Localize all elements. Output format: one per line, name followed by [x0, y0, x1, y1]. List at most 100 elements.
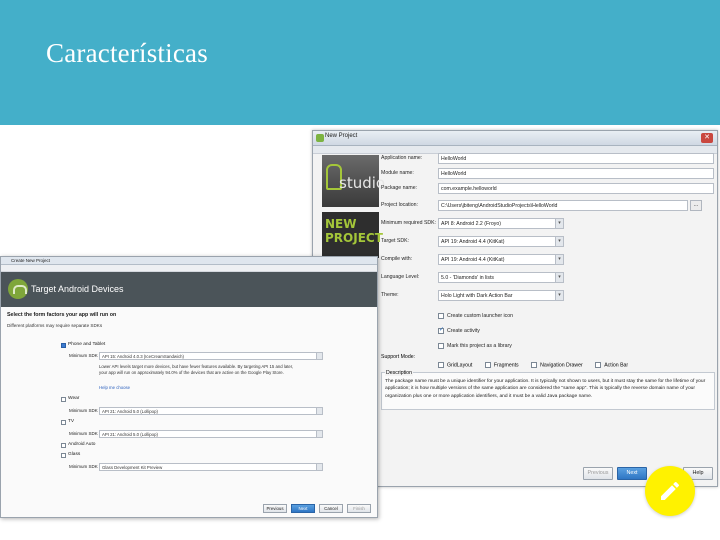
project-location-label: Project location:: [381, 202, 418, 208]
new-project-banner: NEW PROJECT: [322, 212, 383, 258]
previous-button[interactable]: Previous: [583, 467, 613, 480]
theme-row: Theme: Holo Light with Dark Action Bar ▾: [379, 290, 717, 302]
support-mode-row: Support Mode: GridLayout Fragments Navig…: [379, 353, 717, 368]
android-studio-icon: [316, 134, 324, 142]
browse-button[interactable]: ...: [690, 200, 702, 211]
android-auto-label: Android Auto: [68, 442, 96, 447]
banner-line-1: NEW: [325, 217, 357, 231]
target-devices-header: Target Android Devices: [1, 272, 377, 307]
custom-launcher-icon-label: Create custom launcher icon: [447, 312, 514, 319]
target-devices-body: Select the form factors your app will ru…: [1, 307, 377, 517]
min-sdk-select[interactable]: API 8: Android 2.2 (Froyo) ▾: [438, 218, 564, 229]
phone-tablet-sdk-select[interactable]: API 15: Android 4.0.3 (IceCreamSandwich): [99, 352, 323, 360]
close-icon[interactable]: ✕: [701, 133, 713, 143]
support-gridlayout-label: GridLayout: [447, 362, 473, 368]
glass-label: Glass: [68, 452, 81, 457]
theme-select[interactable]: Holo Light with Dark Action Bar ▾: [438, 290, 564, 301]
compile-with-value: API 19: Android 4.4 (KitKat): [441, 257, 505, 263]
android-studio-icon: [8, 279, 28, 299]
new-project-titlebar[interactable]: New Project ✕: [313, 131, 717, 146]
chevron-down-icon: ▾: [555, 291, 563, 300]
chevron-down-icon: ▾: [555, 273, 563, 282]
application-name-input[interactable]: HelloWorld: [438, 153, 714, 164]
wear-label: Wear: [68, 396, 80, 401]
target-devices-window-title: Create New Project: [11, 258, 51, 263]
target-devices-title: Target Android Devices: [31, 284, 124, 294]
android-auto-checkbox[interactable]: [61, 443, 66, 448]
create-activity-checkbox-row[interactable]: Create activity: [438, 322, 708, 334]
library-checkbox[interactable]: [438, 342, 444, 349]
support-gridlayout[interactable]: GridLayout: [438, 361, 473, 368]
phone-tablet-label: Phone and Tablet: [68, 342, 106, 347]
support-action-bar-label: Action Bar: [604, 362, 629, 368]
wear-sdk-value: API 21: Android 5.0 (Lollipop): [102, 409, 158, 414]
target-devices-tabstrip: [1, 265, 377, 272]
cancel-button[interactable]: Cancel: [319, 504, 343, 513]
compile-with-row: Compile with: API 19: Android 4.4 (KitKa…: [379, 254, 717, 266]
package-name-input[interactable]: com.example.helloworld: [438, 183, 714, 194]
tv-sdk-value: API 21: Android 5.0 (Lollipop): [102, 432, 158, 437]
compile-with-select[interactable]: API 19: Android 4.4 (KitKat) ▾: [438, 254, 564, 265]
language-level-row: Language Level: 5.0 - 'Diamonds' in list…: [379, 272, 717, 284]
library-checkbox-row[interactable]: Mark this project as a library: [438, 337, 708, 349]
support-navigation-drawer[interactable]: Navigation Drawer: [531, 361, 583, 368]
project-location-input[interactable]: C:\Users\jbiteng\AndroidStudioProjects\H…: [438, 200, 688, 211]
module-name-row: Module name: HelloWorld: [379, 168, 717, 180]
glass-checkbox[interactable]: [61, 453, 66, 458]
create-activity-label: Create activity: [447, 327, 480, 334]
tv-label: TV: [68, 419, 75, 424]
phone-tablet-min-sdk-label: Minimum SDK: [69, 353, 98, 358]
support-navigation-drawer-label: Navigation Drawer: [540, 362, 583, 368]
module-name-label: Module name:: [381, 170, 414, 176]
min-sdk-row: Minimum required SDK: API 8: Android 2.2…: [379, 218, 717, 230]
support-fragments-label: Fragments: [493, 362, 519, 368]
wear-sdk-select[interactable]: API 21: Android 5.0 (Lollipop): [99, 407, 323, 415]
application-name-row: Application name: HelloWorld: [379, 153, 717, 165]
description-box: Description The package name must be a u…: [381, 370, 715, 410]
chevron-down-icon: [316, 353, 322, 359]
library-label: Mark this project as a library: [447, 342, 512, 349]
help-me-choose-link[interactable]: Help me choose: [99, 385, 130, 390]
target-sdk-row: Target SDK: API 19: Android 4.4 (KitKat)…: [379, 236, 717, 248]
project-location-row: Project location: C:\Users\jbiteng\Andro…: [379, 200, 717, 212]
module-name-input[interactable]: HelloWorld: [438, 168, 714, 179]
edit-fab[interactable]: [645, 466, 695, 516]
support-mode-label: Support Mode:: [381, 354, 416, 360]
create-activity-checkbox[interactable]: [438, 326, 444, 334]
chevron-down-icon: [316, 408, 322, 414]
tv-min-sdk-label: Minimum SDK: [69, 431, 98, 436]
language-level-select[interactable]: 5.0 - 'Diamonds' in lists ▾: [438, 272, 564, 283]
new-project-window-title: New Project: [325, 133, 358, 139]
slide-title: Características: [46, 38, 208, 68]
support-action-bar[interactable]: Action Bar: [595, 361, 629, 368]
finish-button[interactable]: Finish: [347, 504, 371, 513]
chevron-down-icon: ▾: [555, 219, 563, 228]
target-devices-window: Create New Project Target Android Device…: [0, 256, 378, 518]
next-button[interactable]: Next: [617, 467, 647, 480]
support-fragments[interactable]: Fragments: [484, 361, 519, 368]
target-sdk-select[interactable]: API 19: Android 4.4 (KitKat) ▾: [438, 236, 564, 247]
chevron-down-icon: [316, 431, 322, 437]
tv-checkbox[interactable]: [61, 420, 66, 425]
phone-tablet-checkbox[interactable]: [61, 343, 66, 348]
theme-value: Holo Light with Dark Action Bar: [441, 293, 513, 299]
wear-min-sdk-label: Minimum SDK: [69, 408, 98, 413]
android-studio-logo: studio: [322, 155, 385, 207]
tv-sdk-select[interactable]: API 21: Android 5.0 (Lollipop): [99, 430, 323, 438]
language-level-value: 5.0 - 'Diamonds' in lists: [441, 275, 495, 281]
description-label: Description: [385, 370, 413, 376]
banner-line-2: PROJECT: [325, 231, 383, 245]
chevron-down-icon: [316, 464, 322, 470]
previous-button[interactable]: Previous: [263, 504, 287, 513]
language-level-label: Language Level:: [381, 274, 420, 280]
wear-checkbox[interactable]: [61, 397, 66, 402]
glass-sdk-select[interactable]: Glass Development Kit Preview: [99, 463, 323, 471]
api-level-note: Lower API levels target more devices, bu…: [99, 364, 294, 375]
pencil-icon: [661, 481, 680, 500]
description-text: The package name must be a unique identi…: [385, 379, 706, 399]
custom-launcher-icon-checkbox[interactable]: [438, 312, 444, 319]
package-name-row: Package name: com.example.helloworld: [379, 183, 717, 195]
next-button[interactable]: Next: [291, 504, 315, 513]
target-devices-titlebar[interactable]: Create New Project: [1, 257, 377, 265]
custom-launcher-icon-checkbox-row[interactable]: Create custom launcher icon: [438, 307, 708, 319]
